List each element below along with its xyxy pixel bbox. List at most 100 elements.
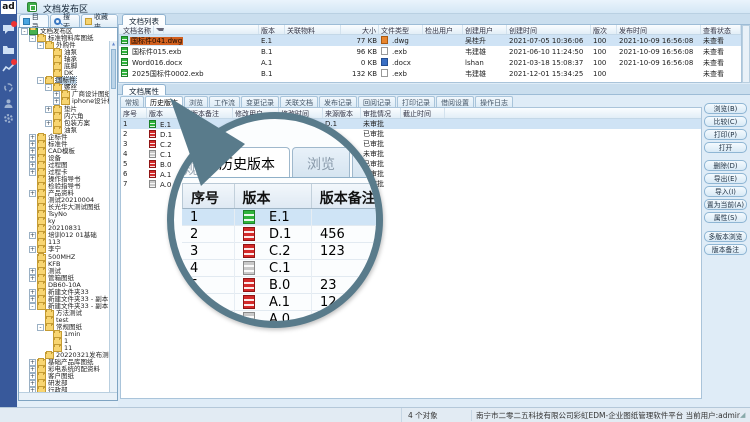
tree-expander[interactable]: + bbox=[29, 141, 36, 148]
tree-expander[interactable]: + bbox=[29, 246, 36, 253]
tree-item[interactable]: 长光华大测试图纸 bbox=[19, 204, 117, 211]
folder-icon[interactable] bbox=[2, 44, 15, 55]
properties-tab[interactable]: 工作流 bbox=[209, 96, 240, 107]
tree-expander[interactable]: + bbox=[29, 366, 36, 373]
tree-item[interactable]: + 培训012 01基础 bbox=[19, 232, 117, 239]
action-button[interactable]: 打印(P) bbox=[704, 129, 747, 140]
tree-item[interactable]: 油泵 bbox=[19, 127, 117, 134]
tree-expander[interactable]: + bbox=[45, 120, 52, 127]
tree-expander[interactable]: + bbox=[29, 190, 36, 197]
tree-expander[interactable]: + bbox=[29, 268, 36, 275]
action-button[interactable]: 导入(I) bbox=[704, 186, 747, 197]
app-logo[interactable]: ad bbox=[1, 1, 16, 14]
document-name-cell[interactable]: 国标件041.dwg bbox=[119, 36, 259, 46]
tree-vertical-scrollbar[interactable]: ▲ bbox=[109, 41, 117, 401]
resize-grip[interactable]: ◢ bbox=[740, 411, 750, 419]
tree-item[interactable]: + 企标件 bbox=[19, 134, 117, 141]
col-version[interactable]: 版本 bbox=[259, 25, 285, 34]
col-published[interactable]: 发布时间 bbox=[617, 25, 701, 34]
col-material[interactable]: 关联物料 bbox=[285, 25, 341, 34]
chart-icon[interactable] bbox=[2, 62, 15, 73]
tab-favorites[interactable]: 收藏夹 bbox=[81, 14, 118, 27]
tree-item[interactable]: + 客户图纸 bbox=[19, 373, 117, 380]
document-row[interactable]: 国标件015.exb B.1 96 KB .exb 韦建雄 2021-06-10… bbox=[119, 46, 741, 57]
col-note[interactable]: 版本备注 bbox=[189, 108, 233, 118]
col-seq[interactable]: 序号 bbox=[121, 108, 147, 118]
tree-expander[interactable]: - bbox=[37, 77, 44, 84]
contacts-icon[interactable] bbox=[2, 98, 15, 109]
document-row[interactable]: 2025国标件0002.exb B.1 132 KB .exb 韦建雄 2021… bbox=[119, 68, 741, 79]
properties-tab[interactable]: 打印记录 bbox=[397, 96, 435, 107]
tree-item[interactable]: + 设备 bbox=[19, 155, 117, 162]
action-button[interactable]: 置为当前(A) bbox=[704, 199, 747, 210]
tree-horizontal-scrollbar[interactable] bbox=[19, 392, 118, 400]
tree-item[interactable]: 方法测试 bbox=[19, 310, 117, 317]
tree-item[interactable]: + CAD模板 bbox=[19, 148, 117, 155]
col-checkout-user[interactable]: 检出用户 bbox=[423, 25, 463, 34]
properties-tab[interactable]: 变更记录 bbox=[241, 96, 279, 107]
tree-expander[interactable]: + bbox=[29, 148, 36, 155]
action-button[interactable]: 浏览(B) bbox=[704, 103, 747, 114]
tree-item[interactable]: + 研发部 bbox=[19, 380, 117, 387]
tree-item[interactable]: + iphone设计模板 bbox=[19, 98, 117, 105]
document-row[interactable]: 国标件041.dwg E.1 77 KB .dwg 吴桂升 2021-07-05… bbox=[119, 35, 741, 46]
tab-search[interactable]: 搜索 bbox=[50, 14, 80, 27]
sync-icon[interactable] bbox=[2, 82, 15, 93]
tree-expander[interactable]: + bbox=[29, 289, 36, 296]
col-size[interactable]: 大小 bbox=[341, 25, 379, 34]
tree-expander[interactable]: + bbox=[29, 296, 36, 303]
properties-tab[interactable]: 关联文档 bbox=[280, 96, 318, 107]
tree-expander[interactable]: + bbox=[29, 380, 36, 387]
tree-expander[interactable]: + bbox=[29, 359, 36, 366]
col-source-version[interactable]: 来源版本 bbox=[323, 108, 361, 118]
properties-tab[interactable]: 回阅记录 bbox=[358, 96, 396, 107]
tree-item[interactable]: KFB bbox=[19, 261, 117, 268]
col-docname[interactable]: 文档名称 bbox=[119, 25, 259, 34]
col-hversion[interactable]: 版本 bbox=[147, 108, 189, 118]
properties-tab[interactable]: 发布记录 bbox=[319, 96, 357, 107]
history-row[interactable]: 1 E.1 D.1 未审批 bbox=[121, 119, 701, 129]
chat-icon[interactable] bbox=[2, 24, 15, 35]
tree-item[interactable]: 500MHZ bbox=[19, 254, 117, 261]
tree-expander[interactable]: + bbox=[45, 106, 52, 113]
tree-expander[interactable]: - bbox=[37, 324, 44, 331]
properties-tab[interactable]: 常规 bbox=[120, 96, 144, 107]
tree-expander[interactable]: - bbox=[29, 35, 36, 42]
col-filetype[interactable]: 文件类型 bbox=[379, 25, 423, 34]
document-name-cell[interactable]: Word016.docx bbox=[119, 58, 259, 67]
tree-expander[interactable]: + bbox=[29, 373, 36, 380]
properties-tab[interactable]: 借阅设置 bbox=[436, 96, 474, 107]
tree-item[interactable]: 113 bbox=[19, 239, 117, 246]
action-button[interactable]: 打开 bbox=[704, 142, 747, 153]
tree-expander[interactable]: - bbox=[45, 84, 52, 91]
tree-expander[interactable]: + bbox=[29, 169, 36, 176]
document-row[interactable]: Word016.docx A.1 0 KB .docx lshan 2021-0… bbox=[119, 57, 741, 68]
tree-expander[interactable]: + bbox=[29, 134, 36, 141]
action-button[interactable]: 比较(C) bbox=[704, 116, 747, 127]
tree-expander[interactable]: - bbox=[37, 42, 44, 49]
action-button[interactable]: 版本备注 bbox=[704, 244, 747, 255]
tree-item[interactable]: + 过程图 bbox=[19, 162, 117, 169]
tab-catalog[interactable]: 目录 bbox=[19, 14, 49, 27]
tree-expander[interactable]: + bbox=[29, 275, 36, 282]
col-creator[interactable]: 创建用户 bbox=[463, 25, 507, 34]
col-viewstate[interactable]: 查看状态 bbox=[701, 25, 741, 34]
doclist-scrollbar[interactable] bbox=[742, 25, 750, 83]
tree-expander[interactable]: - bbox=[21, 28, 28, 35]
tree-expander[interactable]: - bbox=[29, 303, 36, 310]
action-button[interactable]: 多版本浏览 bbox=[704, 231, 747, 242]
properties-tab[interactable]: 操作日志 bbox=[475, 96, 513, 107]
tree-expander[interactable]: + bbox=[29, 155, 36, 162]
gear-icon[interactable] bbox=[2, 113, 15, 124]
tree-item[interactable]: TsyNo bbox=[19, 211, 117, 218]
col-created[interactable]: 创建时间 bbox=[507, 25, 591, 34]
col-deadline[interactable]: 截止时间 bbox=[401, 108, 445, 118]
tree-expander[interactable]: + bbox=[29, 232, 36, 239]
properties-tab[interactable]: 浏览 bbox=[184, 96, 208, 107]
action-button[interactable]: 删除(D) bbox=[704, 160, 747, 171]
tree-expander[interactable]: + bbox=[53, 91, 60, 98]
tree-expander[interactable]: + bbox=[29, 162, 36, 169]
tab-properties[interactable]: 文档属性 bbox=[122, 84, 166, 95]
document-name-cell[interactable]: 国标件015.exb bbox=[119, 47, 259, 57]
tab-doclist[interactable]: 文档列表 bbox=[122, 14, 166, 25]
